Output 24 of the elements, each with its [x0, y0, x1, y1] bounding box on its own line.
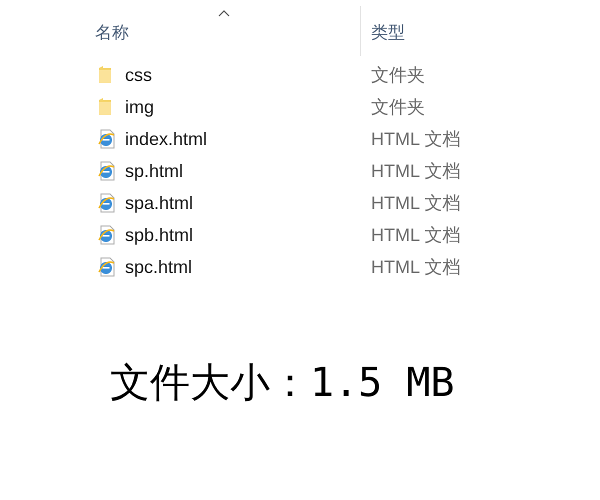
file-type: HTML 文档 [371, 256, 460, 278]
file-name[interactable]: index.html [125, 126, 371, 152]
file-name[interactable]: img [125, 94, 371, 120]
file-size-caption: 文件大小：1.5 MB [110, 359, 456, 408]
web-page-icon [98, 193, 116, 213]
folder-icon [98, 66, 112, 84]
web-page-icon [98, 257, 116, 277]
web-page-icon [98, 225, 116, 245]
file-type: 文件夹 [371, 64, 425, 86]
file-type: HTML 文档 [371, 128, 460, 150]
column-header-cell[interactable]: 类型 [361, 6, 511, 56]
file-type: HTML 文档 [371, 224, 460, 246]
file-name[interactable]: spb.html [125, 222, 371, 248]
file-name[interactable]: sp.html [125, 158, 371, 184]
file-name[interactable]: spa.html [125, 190, 371, 216]
web-page-icon [98, 161, 116, 181]
file-type: 文件夹 [371, 96, 425, 118]
web-page-icon [98, 129, 116, 149]
file-name[interactable]: spc.html [125, 254, 371, 280]
sort-caret-icon [218, 10, 230, 17]
folder-icon [98, 98, 112, 116]
file-type: HTML 文档 [371, 160, 460, 182]
file-type: HTML 文档 [371, 192, 460, 214]
file-name[interactable]: css [125, 62, 371, 88]
